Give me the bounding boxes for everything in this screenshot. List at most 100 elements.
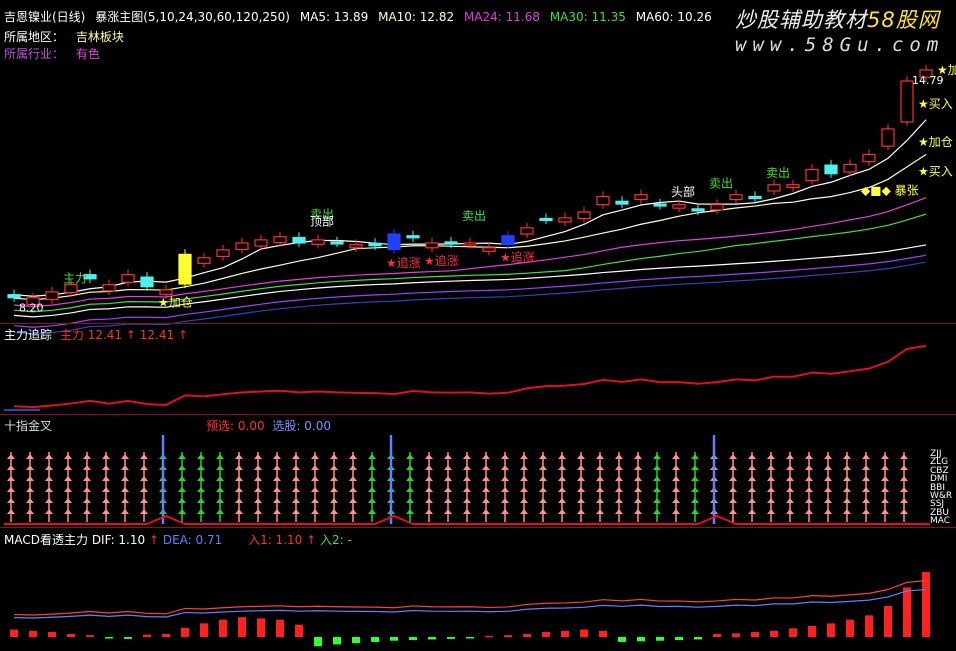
candle-body bbox=[672, 204, 686, 209]
arrow-up-icon bbox=[463, 476, 471, 481]
arrow-up-icon bbox=[900, 509, 908, 514]
candle-body bbox=[159, 289, 173, 295]
arrow-up-icon bbox=[520, 454, 528, 459]
macd-bar bbox=[561, 630, 569, 637]
arrow-up-icon bbox=[805, 498, 813, 503]
candle-body bbox=[444, 241, 458, 245]
arrow-up-icon bbox=[577, 487, 585, 492]
arrow-up-icon bbox=[425, 454, 433, 459]
arrow-up-icon bbox=[634, 509, 642, 514]
arrow-up-icon bbox=[64, 498, 72, 503]
arrow-up-icon bbox=[520, 465, 528, 470]
macd-bar bbox=[48, 632, 56, 637]
arrow-up-icon bbox=[444, 465, 452, 470]
arrow-up-icon bbox=[311, 498, 319, 503]
arrow-up-icon bbox=[444, 509, 452, 514]
arrow-up-icon bbox=[349, 454, 357, 459]
dea-value: DEA: 0.71 bbox=[162, 533, 223, 547]
macd-bar bbox=[808, 625, 816, 637]
arrow-up-icon bbox=[482, 476, 490, 481]
arrow-up-icon bbox=[178, 487, 186, 492]
candle-body bbox=[64, 284, 78, 294]
arrow-up-icon bbox=[558, 454, 566, 459]
arrow-up-icon bbox=[634, 487, 642, 492]
arrow-up-icon bbox=[501, 465, 509, 470]
panel2-header: 主力追踪 主力 12.41 ↑ 12.41 ↑ bbox=[4, 328, 188, 342]
arrow-up-icon bbox=[26, 476, 34, 481]
arrow-up-icon bbox=[577, 509, 585, 514]
arrow-up-icon bbox=[178, 454, 186, 459]
candle-body bbox=[368, 242, 382, 247]
arrow-up-icon bbox=[178, 476, 186, 481]
arrow-up-icon bbox=[425, 465, 433, 470]
macd-bar bbox=[67, 633, 75, 637]
panel-divider[interactable] bbox=[0, 323, 956, 324]
arrow-up-icon bbox=[767, 476, 775, 481]
arrow-up-icon bbox=[311, 454, 319, 459]
macd-bar bbox=[428, 637, 436, 640]
arrow-up-icon bbox=[482, 487, 490, 492]
arrow-up-icon bbox=[83, 454, 91, 459]
macd-bar bbox=[200, 623, 208, 637]
candle-body bbox=[691, 208, 705, 212]
arrow-up-icon bbox=[64, 476, 72, 481]
price-label: 8.20 bbox=[19, 302, 44, 315]
panel-divider[interactable] bbox=[0, 527, 956, 528]
arrow-up-icon bbox=[368, 454, 376, 459]
macd-bar bbox=[694, 637, 702, 640]
arrow-up-icon bbox=[748, 487, 756, 492]
arrow-up-icon bbox=[615, 498, 623, 503]
macd-bar bbox=[504, 635, 512, 637]
candle-body bbox=[330, 241, 344, 245]
arrow-up-icon bbox=[748, 476, 756, 481]
arrow-up-icon bbox=[368, 509, 376, 514]
arrow-up-icon bbox=[539, 465, 547, 470]
arrow-up-icon bbox=[64, 454, 72, 459]
panel2-value2: 12.41 bbox=[139, 328, 175, 342]
arrow-up-icon bbox=[805, 487, 813, 492]
arrow-up-icon bbox=[767, 498, 775, 503]
candle-body bbox=[824, 164, 838, 175]
region-value: 吉林板块 bbox=[75, 30, 124, 44]
arrow-up-icon bbox=[425, 498, 433, 503]
signal-label: ★加仓 bbox=[918, 135, 953, 149]
signal-label: 主力 bbox=[63, 271, 87, 285]
arrow-up-icon bbox=[292, 487, 300, 492]
arrow-up-icon bbox=[558, 498, 566, 503]
macd-bar bbox=[238, 617, 246, 637]
arrow-up-icon bbox=[7, 476, 15, 481]
signal-label: 顶部 bbox=[310, 213, 334, 228]
candle-body bbox=[311, 239, 325, 245]
arrow-up-icon bbox=[900, 487, 908, 492]
arrow-up-icon bbox=[558, 465, 566, 470]
candle-body bbox=[577, 211, 591, 220]
arrow-up-icon bbox=[881, 487, 889, 492]
arrow-up-icon bbox=[45, 465, 53, 470]
arrow-up-icon bbox=[862, 465, 870, 470]
arrow-up-icon bbox=[653, 465, 661, 470]
arrow-up-icon bbox=[881, 465, 889, 470]
arrow-up-icon bbox=[824, 509, 832, 514]
macd-bar bbox=[105, 637, 113, 639]
candle-body bbox=[748, 195, 762, 200]
macd-bar bbox=[903, 587, 911, 637]
arrow-up-icon bbox=[197, 498, 205, 503]
arrow-up-icon bbox=[330, 476, 338, 481]
arrow-up-icon bbox=[121, 509, 129, 514]
macd-bar bbox=[713, 633, 721, 637]
signal-label: ★买入 bbox=[918, 164, 953, 178]
arrow-up-icon bbox=[26, 465, 34, 470]
arrow-up-icon bbox=[121, 498, 129, 503]
arrow-up-icon bbox=[330, 487, 338, 492]
arrow-up-icon bbox=[349, 487, 357, 492]
arrow-up-icon bbox=[140, 487, 148, 492]
panel-divider[interactable] bbox=[0, 414, 956, 415]
arrow-up-icon bbox=[539, 498, 547, 503]
arrow-up-icon bbox=[254, 454, 262, 459]
macd-bar bbox=[827, 623, 835, 637]
arrow-up-icon bbox=[368, 487, 376, 492]
arrow-up-icon bbox=[748, 465, 756, 470]
arrow-up-icon bbox=[691, 476, 699, 481]
arrow-up-icon bbox=[463, 498, 471, 503]
indicator-name[interactable]: 暴涨主图(5,10,24,30,60,120,250) bbox=[95, 10, 290, 24]
